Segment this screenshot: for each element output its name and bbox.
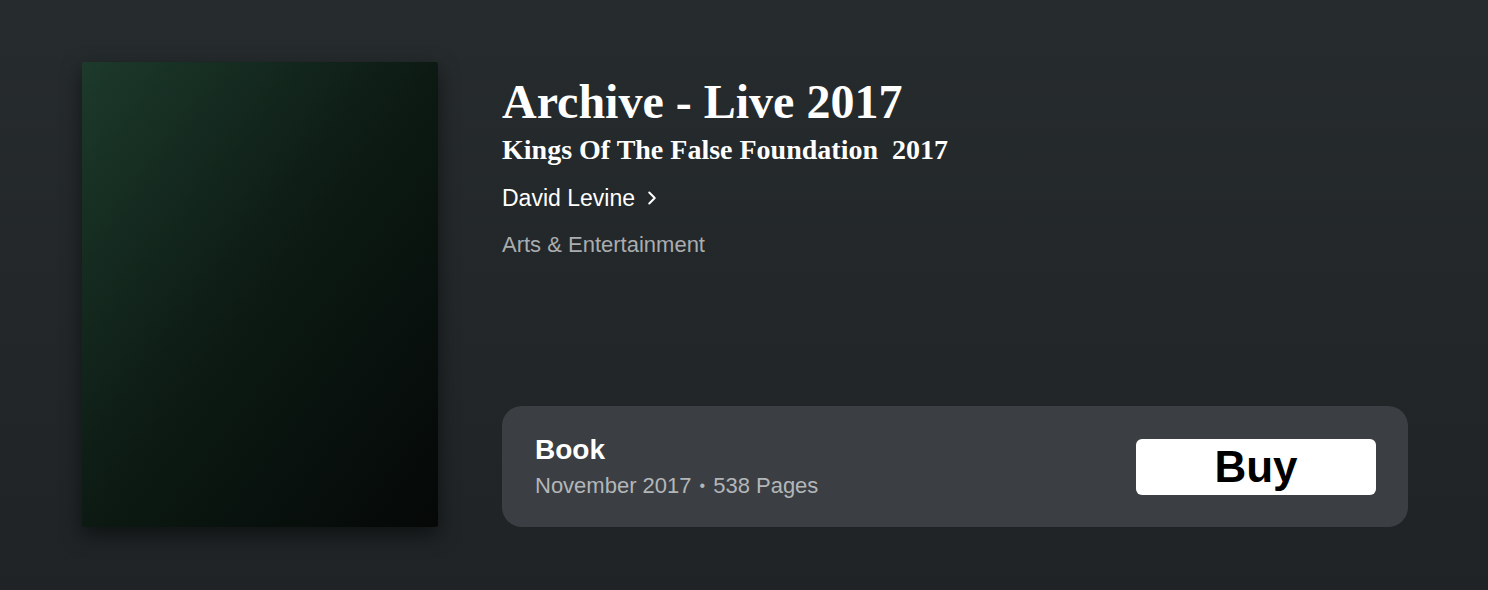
author-link[interactable]: David Levine	[502, 182, 1408, 214]
book-title: Archive - Live 2017	[502, 74, 1408, 130]
book-page: Archive - Live 2017Kings Of The False Fo…	[0, 0, 1488, 590]
chevron-right-icon	[641, 187, 663, 209]
book-subtitle: Kings Of The False Foundation 2017	[502, 132, 1408, 168]
format-info: Book November 2017 •538 Pages	[535, 433, 818, 501]
author-name[interactable]: David Levine	[502, 182, 635, 214]
page-count: 538 Pages	[713, 471, 818, 501]
format-card: Book November 2017 •538 Pages Buy	[502, 406, 1408, 527]
separator: •	[700, 471, 706, 501]
book-category[interactable]: Arts & Entertainment	[502, 230, 1408, 260]
book-cover	[82, 62, 438, 527]
format-label: Book	[535, 433, 818, 467]
release-date: November 2017	[535, 471, 692, 501]
format-meta: November 2017 •538 Pages	[535, 471, 818, 501]
buy-button[interactable]: Buy	[1136, 439, 1376, 495]
book-details: Archive - Live 2017Kings Of The False Fo…	[502, 62, 1408, 527]
